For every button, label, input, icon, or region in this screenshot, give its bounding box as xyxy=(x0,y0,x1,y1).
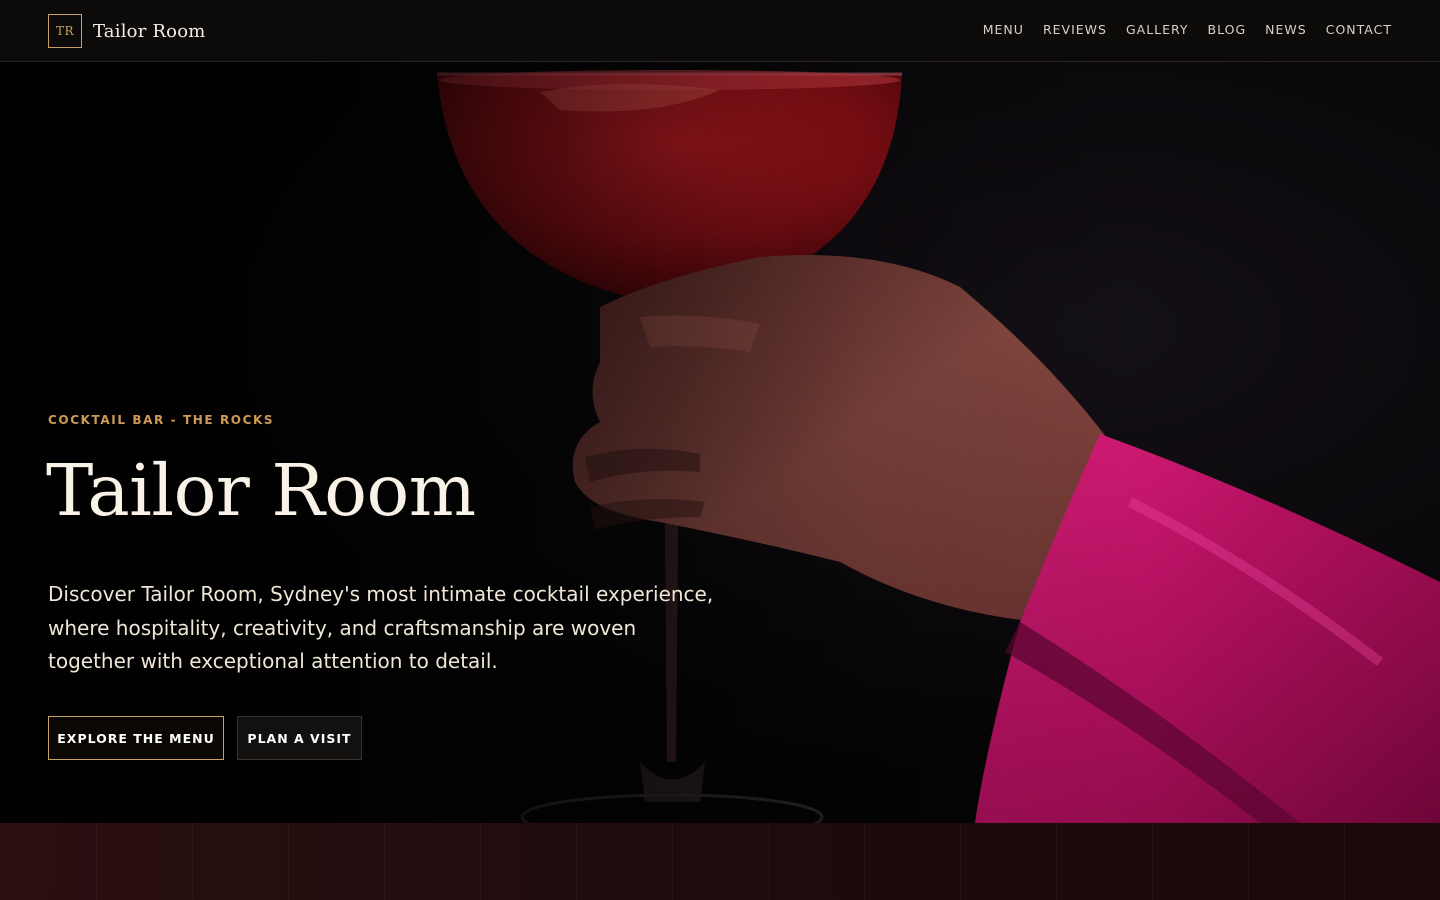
band-divider xyxy=(288,823,289,900)
hero-eyebrow: COCKTAIL BAR - THE ROCKS xyxy=(48,413,275,427)
plan-visit-button[interactable]: PLAN A VISIT xyxy=(237,716,362,760)
next-section-band xyxy=(0,823,1440,900)
site-header: TR Tailor Room MENU REVIEWS GALLERY BLOG… xyxy=(0,0,1440,62)
band-divider xyxy=(1056,823,1057,900)
band-divider xyxy=(192,823,193,900)
nav-gallery[interactable]: GALLERY xyxy=(1126,22,1189,37)
brand-logo-link[interactable]: TR Tailor Room xyxy=(48,14,206,48)
brand-name: Tailor Room xyxy=(93,20,206,42)
nav-reviews[interactable]: REVIEWS xyxy=(1043,22,1107,37)
hero-title: Tailor Room xyxy=(46,449,476,532)
hero-description: Discover Tailor Room, Sydney's most inti… xyxy=(48,582,714,673)
band-divider xyxy=(96,823,97,900)
nav-news[interactable]: NEWS xyxy=(1265,22,1307,37)
band-divider xyxy=(768,823,769,900)
main-nav: MENU REVIEWS GALLERY BLOG NEWS CONTACT xyxy=(983,22,1392,37)
band-divider xyxy=(480,823,481,900)
hero-section xyxy=(0,62,1440,823)
hero-overlay xyxy=(0,62,1440,823)
brand-monogram: TR xyxy=(48,14,82,48)
nav-menu[interactable]: MENU xyxy=(983,22,1024,37)
band-divider xyxy=(384,823,385,900)
band-divider xyxy=(672,823,673,900)
explore-menu-button[interactable]: EXPLORE THE MENU xyxy=(48,716,224,760)
band-divider xyxy=(864,823,865,900)
nav-blog[interactable]: BLOG xyxy=(1208,22,1247,37)
band-divider xyxy=(1152,823,1153,900)
band-divider xyxy=(960,823,961,900)
nav-contact[interactable]: CONTACT xyxy=(1326,22,1392,37)
band-divider xyxy=(1344,823,1345,900)
band-divider xyxy=(1248,823,1249,900)
band-divider xyxy=(576,823,577,900)
